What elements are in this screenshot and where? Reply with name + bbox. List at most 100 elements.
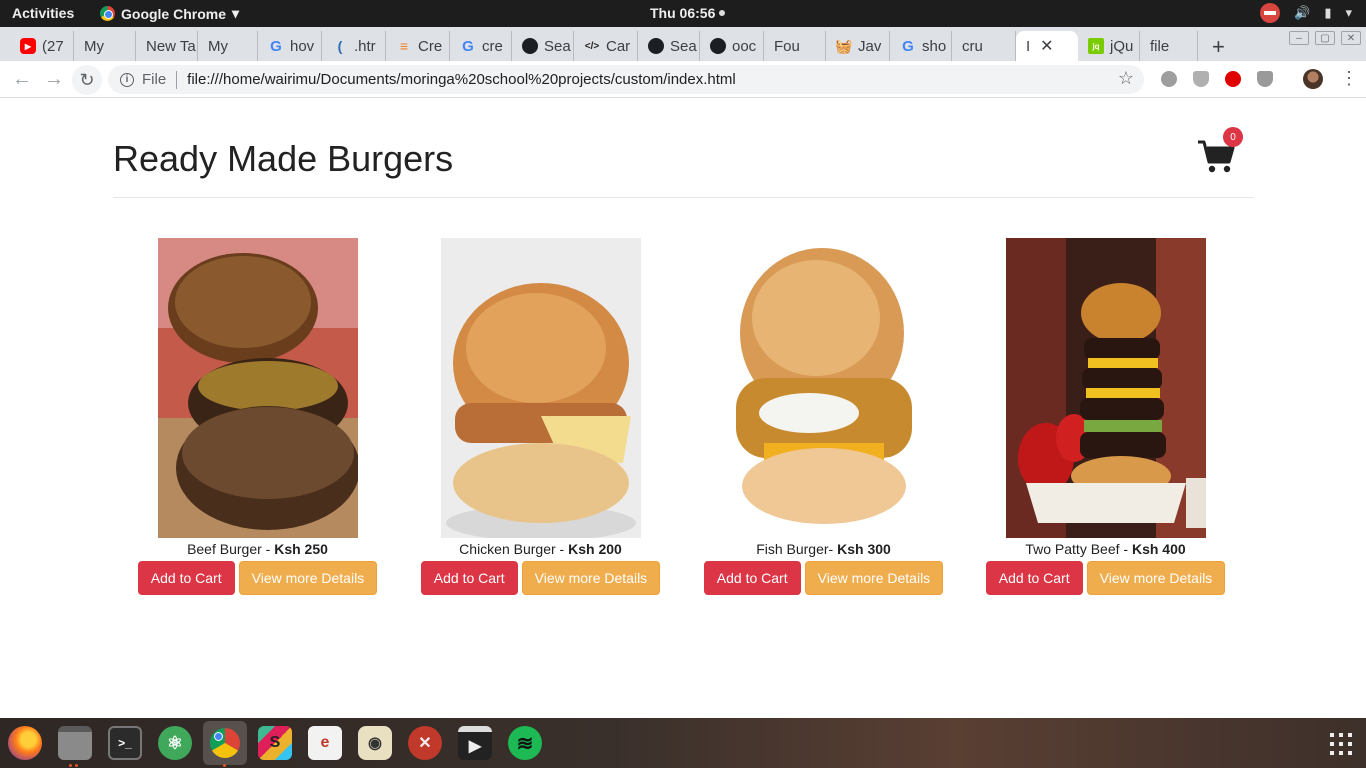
browser-tab[interactable]: Sea bbox=[638, 31, 700, 61]
browser-tab[interactable]: 🧺 Jav bbox=[826, 31, 890, 61]
browser-tab[interactable]: file bbox=[1140, 31, 1198, 61]
tab-label: file bbox=[1150, 37, 1170, 55]
browser-tab[interactable]: ooc bbox=[700, 31, 764, 61]
browser-tab[interactable]: My bbox=[74, 31, 136, 61]
youtube-icon: ▶ bbox=[20, 38, 36, 54]
cart-count-badge: 0 bbox=[1223, 127, 1243, 147]
add-to-cart-button[interactable]: Add to Cart bbox=[703, 561, 801, 595]
browser-tab[interactable]: New Ta bbox=[136, 31, 198, 61]
code-icon: </> bbox=[584, 40, 600, 52]
view-details-button[interactable]: View more Details bbox=[238, 561, 378, 595]
privacy-shield-icon[interactable] bbox=[1257, 71, 1273, 87]
tab-label: I bbox=[1026, 37, 1031, 55]
browser-tab[interactable]: jq jQu bbox=[1078, 31, 1140, 61]
video-editor-icon[interactable]: ▶ bbox=[458, 726, 492, 760]
browser-tab[interactable]: Ghov bbox=[258, 31, 322, 61]
firefox-icon[interactable] bbox=[8, 726, 42, 760]
notification-dot-icon bbox=[719, 10, 726, 16]
audio-player-icon[interactable]: ◉ bbox=[358, 726, 392, 760]
chrome-dock-icon[interactable] bbox=[203, 721, 247, 765]
address-bar[interactable]: i File file:///home/wairimu/Documents/mo… bbox=[108, 65, 1144, 94]
tab-label: ooc bbox=[732, 37, 757, 55]
tab-label: Sea bbox=[544, 37, 571, 55]
add-to-cart-button[interactable]: Add to Cart bbox=[137, 561, 235, 595]
product-name: Two Patty Beef - bbox=[1025, 541, 1132, 557]
address-url[interactable]: file:///home/wairimu/Documents/moringa%2… bbox=[187, 71, 736, 88]
text-editor-icon[interactable]: e bbox=[308, 726, 342, 760]
browser-tab[interactable]: I ✕ bbox=[1016, 31, 1078, 61]
browser-tab[interactable]: Sea bbox=[512, 31, 574, 61]
close-tab-icon[interactable]: ✕ bbox=[1040, 36, 1053, 56]
volume-icon[interactable]: 🔊 bbox=[1294, 5, 1310, 21]
view-details-button[interactable]: View more Details bbox=[521, 561, 661, 595]
opera-extension-icon[interactable] bbox=[1225, 71, 1241, 87]
tab-label: Sea bbox=[670, 37, 697, 55]
forward-arrow-icon[interactable]: → bbox=[44, 68, 64, 91]
product-card: Two Patty Beef - Ksh 400 Add to Cart Vie… bbox=[964, 238, 1247, 595]
view-details-button[interactable]: View more Details bbox=[1086, 561, 1226, 595]
bookmark-star-icon[interactable]: ☆ bbox=[1118, 68, 1134, 89]
tab-label: hov bbox=[290, 37, 315, 55]
spotify-icon[interactable]: ≋ bbox=[508, 726, 542, 760]
browser-tab[interactable]: Gsho bbox=[890, 31, 952, 61]
product-caption: Two Patty Beef - Ksh 400 bbox=[964, 541, 1247, 558]
close-window-button[interactable]: ✕ bbox=[1341, 31, 1361, 45]
jquery-icon: jq bbox=[1088, 38, 1104, 54]
product-price: Ksh 200 bbox=[568, 541, 622, 557]
back-arrow-icon[interactable]: ← bbox=[12, 68, 32, 91]
new-tab-button[interactable]: + bbox=[1212, 34, 1225, 60]
browser-tab[interactable]: ≡ Cre bbox=[386, 31, 450, 61]
product-caption: Chicken Burger - Ksh 200 bbox=[399, 541, 682, 558]
browser-tab[interactable]: ▶ (27 bbox=[10, 31, 74, 61]
clock[interactable]: Thu 06:56 bbox=[650, 5, 726, 21]
show-applications-icon[interactable] bbox=[1330, 733, 1352, 755]
fish-burger-image bbox=[723, 238, 924, 538]
browser-tab[interactable]: cru bbox=[952, 31, 1016, 61]
chrome-icon bbox=[100, 6, 115, 21]
product-card: Beef Burger - Ksh 250 Add to Cart View m… bbox=[116, 238, 399, 595]
reload-icon[interactable]: ↻ bbox=[72, 65, 102, 95]
tab-label: Cre bbox=[418, 37, 443, 55]
product-price: Ksh 250 bbox=[274, 541, 328, 557]
avatar[interactable] bbox=[1303, 69, 1323, 89]
slack-icon[interactable]: S bbox=[258, 726, 292, 760]
product-caption: Beef Burger - Ksh 250 bbox=[116, 541, 399, 558]
product-card: Fish Burger- Ksh 300 Add to Cart View mo… bbox=[682, 238, 965, 595]
files-icon[interactable] bbox=[58, 726, 92, 760]
chevron-down-icon: ▾ bbox=[232, 5, 240, 21]
browser-tab[interactable]: My bbox=[198, 31, 258, 61]
google-icon: G bbox=[462, 37, 474, 55]
two-patty-burger-image bbox=[1005, 238, 1206, 538]
product-name: Fish Burger- bbox=[756, 541, 838, 557]
dock: >_ ⚛ S e ◉ ✕ ▶ ≋ bbox=[0, 718, 1366, 768]
maximize-window-button[interactable]: ▢ bbox=[1315, 31, 1335, 45]
browser-tab[interactable]: Gcre bbox=[450, 31, 512, 61]
system-tray[interactable]: 🔊 ▮ ▾ bbox=[1260, 3, 1352, 23]
extension-icon[interactable] bbox=[1161, 71, 1177, 87]
tab-label: My bbox=[208, 37, 228, 55]
shield-extension-icon[interactable] bbox=[1193, 71, 1209, 87]
browser-tab[interactable]: Fou bbox=[764, 31, 826, 61]
browser-tab[interactable]: (.htr bbox=[322, 31, 386, 61]
terminal-icon[interactable]: >_ bbox=[108, 726, 142, 760]
atom-icon[interactable]: ⚛ bbox=[158, 726, 192, 760]
power-menu-icon[interactable]: ▾ bbox=[1345, 5, 1352, 21]
minimize-window-button[interactable]: – bbox=[1289, 31, 1309, 45]
info-icon[interactable]: i bbox=[120, 72, 134, 87]
browser-tab[interactable]: </> Car bbox=[574, 31, 638, 61]
github-icon bbox=[522, 38, 538, 54]
app-menu[interactable]: Google Chrome ▾ bbox=[100, 5, 239, 22]
activities-button[interactable]: Activities bbox=[12, 5, 74, 21]
tab-label: .htr bbox=[354, 37, 376, 55]
app-menu-label: Google Chrome bbox=[121, 5, 227, 22]
battery-icon[interactable]: ▮ bbox=[1324, 5, 1331, 21]
add-to-cart-button[interactable]: Add to Cart bbox=[985, 561, 1083, 595]
tab-strip: ▶ (27 My New Ta My Ghov (.htr ≡ Cre Gcre Sea </> Car… bbox=[0, 27, 1366, 61]
settings-icon[interactable]: ✕ bbox=[408, 726, 442, 760]
product-price: Ksh 300 bbox=[837, 541, 891, 557]
view-details-button[interactable]: View more Details bbox=[804, 561, 944, 595]
add-to-cart-button[interactable]: Add to Cart bbox=[420, 561, 518, 595]
chrome-menu-icon[interactable]: ⋮ bbox=[1340, 68, 1358, 89]
do-not-disturb-icon[interactable] bbox=[1260, 3, 1281, 23]
tab-label: New Ta bbox=[146, 37, 196, 55]
